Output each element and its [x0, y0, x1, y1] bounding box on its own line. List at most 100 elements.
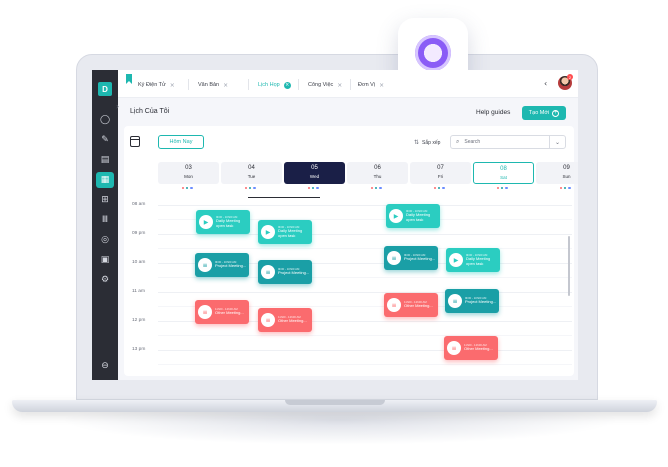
page-title: Lịch Của Tôi: [130, 108, 170, 115]
tab-label: Công Việc: [308, 82, 334, 88]
close-icon[interactable]: ×: [170, 82, 175, 89]
tab-label: Đơn Vị: [358, 82, 376, 88]
event-dot: [379, 187, 382, 190]
event-card[interactable]: ▶ 9h00 - 10h00 AM Daily Meeting open task: [196, 210, 250, 234]
target-icon[interactable]: ◎: [96, 232, 114, 248]
event-dot: [245, 187, 248, 190]
day-header-mon[interactable]: 03 Mon: [158, 162, 219, 184]
tab-label: Ký Điện Tử: [138, 82, 166, 88]
video-icon: ▶: [199, 215, 213, 229]
gear-icon[interactable]: ⚙: [96, 272, 114, 288]
edit-icon[interactable]: ✎: [96, 132, 114, 148]
event-dot: [308, 187, 311, 190]
today-button[interactable]: Hôm Nay: [158, 135, 204, 149]
app-logo[interactable]: D: [98, 82, 112, 96]
event-text: 11h00 - 12h00 AM Other Meeting...: [215, 307, 244, 316]
create-button[interactable]: Tạo Mới +: [522, 106, 566, 120]
event-card[interactable]: ≡ 11h00 - 12h00 AM Other Meeting...: [195, 300, 249, 324]
grid-line: [158, 248, 572, 249]
event-dot: [434, 187, 437, 190]
tab-don-vi[interactable]: Đơn Vị ×: [358, 79, 384, 91]
time-label: 11 am: [132, 289, 145, 294]
event-dot: [375, 187, 378, 190]
list-icon: ≡: [198, 258, 212, 272]
event-time: 9h00 - 10h00 AM: [466, 252, 488, 257]
day-number: 05: [311, 165, 318, 171]
sort-label: Sắp xếp: [422, 139, 441, 146]
close-icon[interactable]: ×: [337, 82, 342, 89]
day-header-thu[interactable]: 06 Thu: [347, 162, 408, 184]
calendar-icon[interactable]: ▦: [96, 172, 114, 188]
event-time: 11h00 - 12h00 AM: [404, 300, 427, 305]
day-header-tue[interactable]: 04 Tue: [221, 162, 282, 184]
grid-icon[interactable]: ⊞: [96, 192, 114, 208]
notification-badge: 2: [567, 74, 573, 80]
logout-icon[interactable]: ⊖: [96, 358, 114, 374]
event-card[interactable]: ≡ 11h00 - 12h00 AM Other Meeting...: [444, 336, 498, 360]
sort-icon: ⇅: [414, 139, 420, 146]
event-dot: [568, 187, 571, 190]
event-text: 9h00 - 10h00 AM Project Meeting...: [278, 267, 309, 276]
event-card[interactable]: ▶ 9h00 - 10h00 AM Daily Meeting open task: [386, 204, 440, 228]
tab-label: Văn Bản: [198, 82, 220, 88]
chevron-left-icon[interactable]: ‹: [544, 79, 547, 88]
event-text: 9h00 - 10h00 AM Daily Meeting open task: [406, 209, 440, 222]
event-time: 9h00 - 10h00 AM: [278, 224, 300, 229]
tab-cong-viec[interactable]: Công Việc ×: [308, 79, 342, 91]
help-guides-link[interactable]: Help guides: [476, 109, 510, 116]
event-dots: [308, 187, 319, 190]
document-icon[interactable]: ▤: [96, 152, 114, 168]
tab-ky-dien-tu[interactable]: Ký Điện Tử ×: [138, 79, 175, 91]
search-input[interactable]: ⌕ Search ⌄: [450, 135, 566, 149]
day-header-sun[interactable]: 09 Sun: [536, 162, 578, 184]
event-dot: [497, 187, 500, 190]
event-dots: [371, 187, 382, 190]
close-icon[interactable]: ×: [379, 82, 384, 89]
grid-line: [158, 205, 572, 206]
event-dot: [501, 187, 504, 190]
event-card[interactable]: ≡ 9h00 - 10h00 AM Project Meeting...: [195, 253, 249, 277]
event-dot: [442, 187, 445, 190]
loading-icon[interactable]: ◯: [96, 112, 114, 128]
event-card[interactable]: ≡ 11h00 - 12h00 AM Other Meeting...: [258, 308, 312, 332]
event-text: 11h00 - 12h00 AM Other Meeting...: [464, 343, 493, 352]
sort-control[interactable]: ⇅ Sắp xếp: [414, 139, 440, 146]
tab-lich-hop[interactable]: Lịch Họp ×: [258, 79, 291, 91]
circle-logo-icon: [415, 35, 451, 71]
briefcase-icon[interactable]: ▣: [96, 252, 114, 268]
event-card[interactable]: ▶ 9h00 - 10h00 AM Daily Meeting open task: [258, 220, 312, 244]
time-label: 08 am: [132, 202, 146, 207]
scrollbar[interactable]: [568, 236, 570, 296]
tab-van-ban[interactable]: Văn Bản ×: [198, 79, 228, 91]
event-dot: [182, 187, 185, 190]
columns-icon[interactable]: Ⅲ: [96, 212, 114, 228]
event-card[interactable]: ≡ 11h00 - 12h00 AM Other Meeting...: [384, 293, 438, 317]
event-card[interactable]: ≡ 9h00 - 10h00 AM Project Meeting...: [445, 289, 499, 313]
calendar-icon[interactable]: [130, 136, 140, 147]
event-card[interactable]: ≡ 9h00 - 10h00 AM Project Meeting...: [258, 260, 312, 284]
day-header-sat[interactable]: 08 Sat: [473, 162, 534, 184]
list-icon: ≡: [198, 305, 212, 319]
event-dots: [434, 187, 445, 190]
event-card[interactable]: ▶ 9h00 - 10h00 AM Daily Meeting open task: [446, 248, 500, 272]
event-title: Project Meeting...: [215, 263, 247, 269]
event-card[interactable]: ≡ 9h00 - 10h00 AM Project Meeting...: [384, 246, 438, 270]
close-icon[interactable]: ×: [283, 81, 291, 89]
sidebar: D ◯ ✎ ▤ ▦ ⊞ Ⅲ ◎ ▣ ⚙ ⊖: [92, 70, 118, 380]
grid-line: [158, 335, 572, 336]
chevron-down-icon[interactable]: ⌄: [549, 136, 565, 148]
day-header-fri[interactable]: 07 Fri: [410, 162, 471, 184]
day-number: 04: [248, 165, 255, 171]
event-dot: [564, 187, 567, 190]
close-icon[interactable]: ×: [223, 82, 228, 89]
event-text: 9h00 - 10h00 AM Project Meeting...: [404, 253, 435, 262]
day-name: Sat: [500, 175, 507, 180]
event-title: Daily Meeting open task: [216, 218, 241, 228]
day-name: Wed: [309, 174, 320, 179]
grid-line: [158, 350, 572, 351]
collapse-arrow-icon[interactable]: ›: [116, 102, 124, 114]
day-name: Sun: [562, 174, 571, 179]
day-number: 06: [374, 165, 381, 171]
search-icon: ⌕: [456, 138, 460, 145]
day-header-wed[interactable]: 05 Wed: [284, 162, 345, 184]
